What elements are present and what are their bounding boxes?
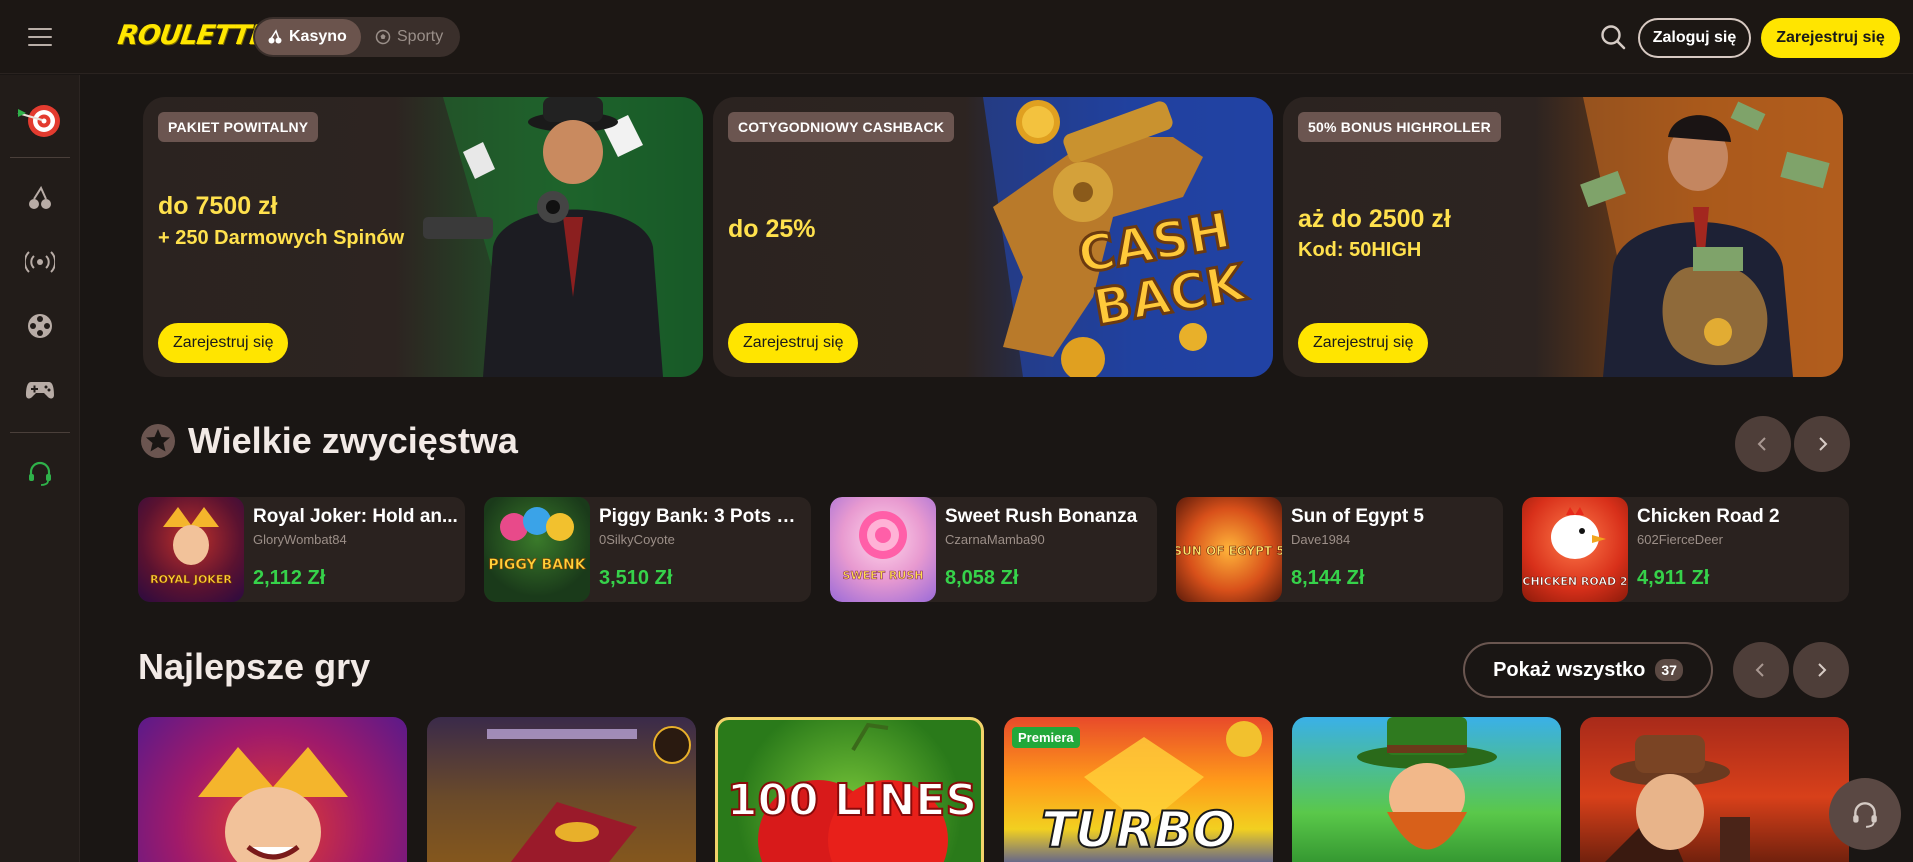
tab-kasyno-label: Kasyno [289,28,347,45]
film-reel-icon[interactable] [16,302,64,350]
win-game-name: Piggy Bank: 3 Pots B... [599,506,804,527]
search-icon[interactable] [1598,22,1628,52]
show-all-button[interactable]: Pokaż wszystko 37 [1463,642,1713,698]
win-amount: 2,112 Zł [253,567,326,589]
tab-kasyno[interactable]: Kasyno [255,19,361,55]
big-win-card[interactable]: SWEET RUSH Sweet Rush Bonanza CzarnaMamb… [830,497,1157,602]
section-switcher: Kasyno Sporty [253,17,460,57]
banner-subtitle: Kod: 50HIGH [1298,239,1422,261]
banner-tag: 50% BONUS HIGHROLLER [1298,112,1501,142]
sidebar-divider [10,432,70,433]
premiere-badge: Premiera [1012,727,1080,748]
big-win-card[interactable]: CHICKEN ROAD 2 Chicken Road 2 602FierceD… [1522,497,1849,602]
sidebar-divider [10,157,70,158]
games-prev-button[interactable] [1733,642,1789,698]
chevron-left-icon [1757,437,1766,451]
thumb-text: ROYAL JOKER [150,573,232,586]
best-games-title: Najlepsze gry [138,646,371,687]
game-thumbnail: PIGGY BANK [484,497,590,602]
dart-target-icon[interactable] [16,95,64,143]
banner-register-button[interactable]: Zarejestruj się [158,323,289,363]
game-count-badge: 37 [1655,659,1683,681]
win-username: GloryWombat84 [253,532,347,547]
game-thumbnail: SWEET RUSH [830,497,936,602]
chevron-right-icon [1819,437,1828,451]
game-tile-joker[interactable] [138,717,407,862]
banner-amount: do 25% [728,215,816,243]
game-tile-100-lines[interactable]: 100 LINES [715,717,984,862]
businessman-money-illustration [1580,97,1843,377]
wins-next-button[interactable] [1794,416,1850,472]
win-game-name: Sweet Rush Bonanza [945,506,1138,527]
headset-icon [1853,802,1877,828]
gangster-illustration [423,97,703,377]
cashback-banner[interactable]: CASH BACK COTYGODNIOWY CASHBACK do 25% Z… [713,97,1273,377]
game-tile-turbo[interactable]: Premiera TURBO [1004,717,1273,862]
welcome-package-banner[interactable]: PAKIET POWITALNY do 7500 zł + 250 Darmow… [143,97,703,377]
big-win-card[interactable]: ROYAL JOKER Royal Joker: Hold an... Glor… [138,497,465,602]
win-game-name: Royal Joker: Hold an... [253,506,458,527]
game-tile-leprechaun[interactable] [1292,717,1561,862]
banner-amount: do 7500 zł [158,192,278,220]
big-win-card[interactable]: SUN OF EGYPT 5 Sun of Egypt 5 Dave1984 8… [1176,497,1503,602]
tab-sporty-label: Sporty [397,28,444,45]
win-amount: 8,144 Zł [1291,567,1365,589]
win-amount: 8,058 Zł [945,567,1019,589]
big-wins-title: Wielkie zwycięstwa [188,420,518,461]
login-button[interactable]: Zaloguj się [1638,18,1751,58]
headset-icon[interactable] [16,449,64,497]
sidebar [0,75,80,862]
game-thumbnail: CHICKEN ROAD 2 [1522,497,1628,602]
chevron-left-icon [1755,663,1764,677]
football-icon [375,29,391,45]
menu-icon[interactable] [28,28,52,46]
gamepad-icon[interactable] [16,366,64,414]
win-username: 602FierceDeer [1637,532,1723,547]
games-next-button[interactable] [1793,642,1849,698]
banner-tag: PAKIET POWITALNY [158,112,319,142]
tile-label: 100 LINES [727,775,977,826]
tab-sporty[interactable]: Sporty [363,19,458,55]
win-game-name: Chicken Road 2 [1637,506,1780,527]
win-game-name: Sun of Egypt 5 [1291,506,1424,527]
thumb-text: PIGGY BANK [488,557,586,573]
cherries-icon [268,29,282,44]
win-username: Dave1984 [1291,532,1351,547]
banner-subtitle: + 250 Darmowych Spinów [158,227,405,249]
tile-label: TURBO [1041,801,1235,859]
banner-register-button[interactable]: Zarejestruj się [1298,323,1429,363]
win-amount: 4,911 Zł [1637,567,1710,589]
game-tile-explorer[interactable] [1580,717,1849,862]
show-all-label: Pokaż wszystko [1493,658,1646,681]
thumb-text: SUN OF EGYPT 5 [1176,544,1282,558]
thumb-text: CHICKEN ROAD 2 [1522,575,1627,588]
wins-prev-button[interactable] [1735,416,1791,472]
register-button[interactable]: Zarejestruj się [1761,18,1900,58]
game-thumbnail: ROYAL JOKER [138,497,244,602]
banner-amount: aż do 2500 zł [1298,205,1451,233]
thumb-text: SWEET RUSH [843,569,924,582]
win-amount: 3,510 Zł [599,567,673,589]
big-wins-heading: Wielkie zwycięstwa [140,420,518,462]
win-username: CzarnaMamba90 [945,532,1045,547]
support-chat-button[interactable] [1829,778,1901,850]
game-tile-egypt-book[interactable] [427,717,696,862]
banner-tag: COTYGODNIOWY CASHBACK [728,112,955,142]
top-header: ROULETTINO Kasyno Sporty Zaloguj się Zar… [0,0,1913,74]
game-thumbnail: SUN OF EGYPT 5 [1176,497,1285,602]
highroller-banner[interactable]: 50% BONUS HIGHROLLER aż do 2500 zł Kod: … [1283,97,1843,377]
star-badge-icon [141,424,175,458]
revolver-cashback-illustration: CASH BACK [983,97,1273,377]
chevron-right-icon [1818,663,1827,677]
win-username: 0SilkyCoyote [599,532,675,547]
big-win-card[interactable]: PIGGY BANK Piggy Bank: 3 Pots B... 0Silk… [484,497,811,602]
banner-register-button[interactable]: Zarejestruj się [728,323,859,363]
live-broadcast-icon[interactable] [16,238,64,286]
cherries-icon[interactable] [16,174,64,222]
